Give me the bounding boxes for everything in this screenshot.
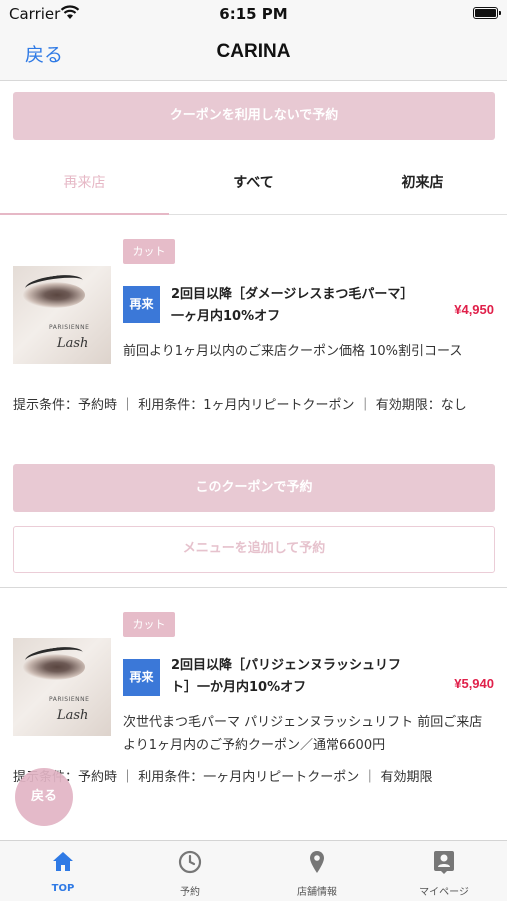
coupon-price: ¥5,940 <box>454 676 494 691</box>
tabbar-item-top[interactable]: TOP <box>0 841 126 901</box>
tabbar-label: 店舗情報 <box>297 887 337 898</box>
coupon-image: PARISIENNE Lash <box>13 638 111 736</box>
coupon-price: ¥4,950 <box>454 302 494 317</box>
coupon-image: PARISIENNE Lash <box>13 266 111 364</box>
bottom-tab-bar: TOP 予約 店舗情報 マイページ <box>0 840 507 901</box>
reserve-without-coupon-button[interactable]: クーポンを利用しないで予約 <box>13 92 495 140</box>
coupon-conditions: 提示条件：予約時 ｜ 利用条件：1ヶ月内リピートクーポン ｜ 有効期限：なし <box>13 398 467 413</box>
battery-icon <box>473 7 501 19</box>
floating-back-button[interactable]: 戻る <box>15 768 73 826</box>
coupon-description: 次世代まつ毛パーマ パリジェンヌラッシュリフト 前回ご来店より1ヶ月内のご予約ク… <box>123 715 483 753</box>
divider <box>0 587 507 588</box>
category-badge: カット <box>123 612 175 637</box>
tabbar-item-reserve[interactable]: 予約 <box>127 841 253 901</box>
coupon-conditions: 提示条件：予約時 ｜ 利用条件：一ヶ月内リピートクーポン ｜ 有効期限 <box>13 770 433 785</box>
coupon-description: 前回より1ヶ月以内のご来店クーポン価格 10%割引コース <box>123 344 463 359</box>
tabbar-label: マイページ <box>419 887 469 898</box>
page-title: CARINA <box>216 41 291 62</box>
repeat-badge: 再来 <box>123 286 160 323</box>
home-icon <box>53 852 73 871</box>
clock-icon <box>178 850 202 874</box>
user-card-icon <box>434 851 454 874</box>
tab-returning[interactable]: 再来店 <box>0 152 169 215</box>
add-menu-reserve-button[interactable]: メニューを追加して予約 <box>13 526 495 573</box>
tabbar-label: 予約 <box>180 887 200 898</box>
tabbar-label: TOP <box>51 883 75 894</box>
tab-all[interactable]: すべて <box>169 152 338 214</box>
repeat-badge: 再来 <box>123 659 160 696</box>
tabbar-item-mypage[interactable]: マイページ <box>381 841 507 901</box>
location-pin-icon <box>310 851 324 873</box>
reserve-with-coupon-button[interactable]: このクーポンで予約 <box>13 464 495 512</box>
category-badge: カット <box>123 239 175 264</box>
tab-first-visit[interactable]: 初来店 <box>338 152 507 214</box>
coupon-title: 2回目以降［パリジェンヌラッシュリフト］一か月内10%オフ <box>171 658 402 695</box>
tabbar-item-store-info[interactable]: 店舗情報 <box>254 841 380 901</box>
status-bar: Carrier 6:15 PM <box>0 0 507 28</box>
navigation-bar: 戻る CARINA <box>0 28 507 81</box>
coupon-title: 2回目以降［ダメージレスまつ毛パーマ］一ヶ月内10%オフ <box>171 287 407 324</box>
visit-type-tabs: 再来店 すべて 初来店 <box>0 152 507 215</box>
clock-time: 6:15 PM <box>219 5 288 23</box>
